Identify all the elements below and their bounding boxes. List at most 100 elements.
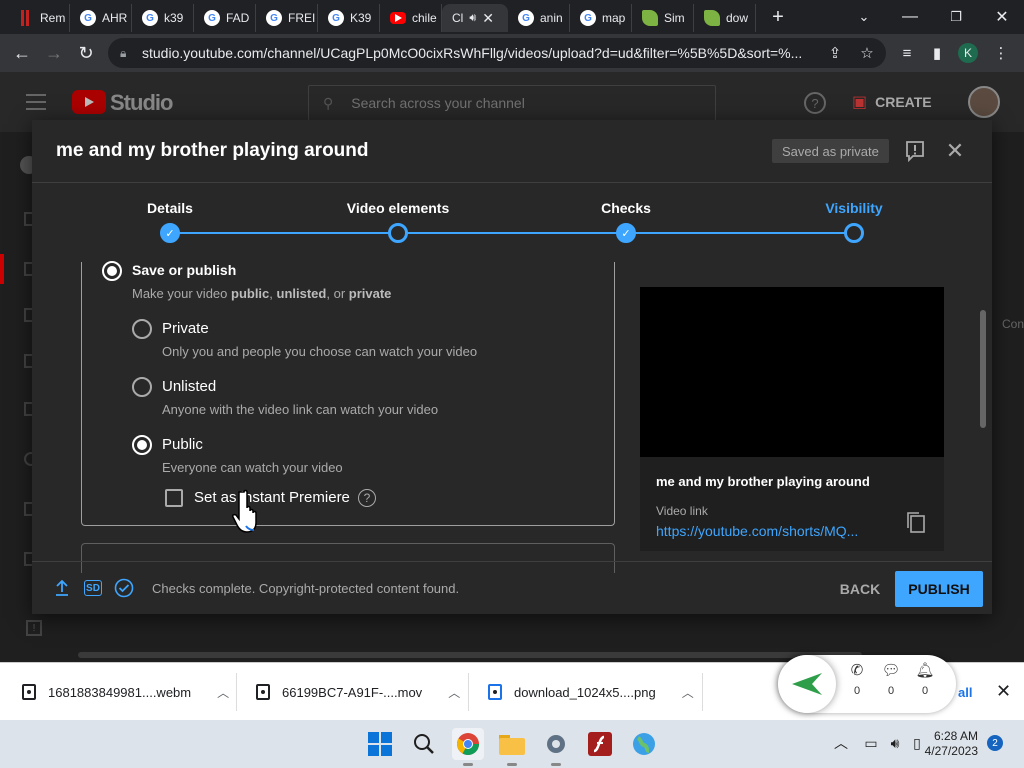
help-circle-icon[interactable]: ? <box>804 92 826 114</box>
show-all-downloads-link[interactable]: all <box>958 685 972 700</box>
step-video-elements-dot[interactable] <box>388 223 408 243</box>
calls-counter[interactable]: ✆ 0 <box>844 661 870 697</box>
windows-start-icon[interactable] <box>364 728 396 760</box>
browser-tab[interactable]: G FAD <box>194 4 256 32</box>
step-video-elements-label[interactable]: Video elements <box>347 200 449 216</box>
sd-quality-icon[interactable]: SD <box>84 580 102 596</box>
browser-tab[interactable]: G K39 <box>318 4 380 32</box>
back-arrow-icon[interactable]: ← <box>10 41 34 65</box>
settings-gear-icon[interactable] <box>540 728 572 766</box>
create-button[interactable]: ▣ CREATE <box>852 90 932 114</box>
side-panel-icon[interactable]: ▮ <box>926 42 948 64</box>
browser-tab-active[interactable]: Cl 🔊︎ ✕ <box>442 4 508 32</box>
browser-tab[interactable]: dow <box>694 4 756 32</box>
step-checks-check-icon[interactable]: ✓ <box>616 223 636 243</box>
checks-complete-icon[interactable] <box>114 578 134 598</box>
chrome-icon[interactable] <box>452 728 484 766</box>
private-radio[interactable] <box>132 319 152 339</box>
file-icon <box>256 684 270 700</box>
google-icon: G <box>266 10 282 26</box>
channel-avatar[interactable] <box>968 86 1000 118</box>
dialog-scrollbar[interactable] <box>980 310 986 428</box>
restore-button[interactable]: ❐ <box>936 4 976 30</box>
copy-icon[interactable] <box>906 511 926 533</box>
window-close-button[interactable]: ✕ <box>982 4 1022 30</box>
browser-tab[interactable]: Rem <box>8 4 70 32</box>
hamburger-menu-icon[interactable] <box>26 94 46 110</box>
back-button[interactable]: BACK <box>834 574 886 604</box>
send-arrow-icon[interactable] <box>778 655 836 713</box>
clock-time: 6:28 AM <box>933 729 978 743</box>
google-icon: G <box>80 10 96 26</box>
bookmark-star-icon[interactable]: ☆ <box>856 42 878 64</box>
feedback-flag-icon[interactable] <box>904 140 926 163</box>
public-option-title: Public <box>162 436 203 453</box>
new-tab-button[interactable]: + <box>758 4 798 30</box>
upload-arrow-icon[interactable] <box>52 578 72 598</box>
share-icon[interactable]: ⇪ <box>824 42 846 64</box>
notification-widget[interactable]: ✆ 0 💬︎ 0 🔔︎ 0 <box>778 655 956 713</box>
help-icon[interactable]: ? <box>358 489 376 507</box>
file-explorer-icon[interactable] <box>496 728 528 766</box>
horizontal-scrollbar[interactable] <box>78 652 862 658</box>
publish-button[interactable]: PUBLISH <box>895 571 983 607</box>
speaker-icon[interactable]: 🔊︎ <box>469 12 476 25</box>
step-visibility-label[interactable]: Visibility <box>825 200 882 216</box>
reload-icon[interactable]: ↻ <box>74 41 98 65</box>
browser-tab[interactable]: chile <box>380 4 442 32</box>
active-nav-indicator <box>0 254 4 284</box>
step-checks-label[interactable]: Checks <box>601 200 651 216</box>
video-link[interactable]: https://youtube.com/shorts/MQ... <box>656 523 858 539</box>
close-icon[interactable]: ✕ <box>944 140 966 162</box>
browser-tab[interactable]: G AHR <box>70 4 132 32</box>
search-icon[interactable] <box>408 728 440 760</box>
browser-tab[interactable]: G FREI <box>256 4 318 32</box>
browser-tab[interactable]: G map <box>570 4 632 32</box>
browser-tab[interactable]: Sim <box>632 4 694 32</box>
leaf-icon <box>704 10 720 26</box>
download-item[interactable]: 1681883849981....webm ︿ <box>22 663 229 721</box>
flash-player-icon[interactable] <box>584 728 616 760</box>
instant-premiere-checkbox[interactable] <box>165 489 183 507</box>
video-link-label: Video link <box>656 504 708 518</box>
download-item[interactable]: download_1024x5....png ︿ <box>488 663 694 721</box>
chevron-up-icon[interactable]: ︿ <box>217 684 229 701</box>
video-player[interactable] <box>640 287 944 457</box>
save-or-publish-title: Save or publish <box>132 262 237 278</box>
saved-status-badge: Saved as private <box>772 139 889 163</box>
download-item[interactable]: 66199BC7-A91F-....mov ︿ <box>256 663 460 721</box>
youtube-logo-icon[interactable] <box>72 90 106 114</box>
alerts-counter[interactable]: 🔔︎ 0 <box>912 661 938 697</box>
public-radio[interactable] <box>132 435 152 455</box>
feedback-nav-icon[interactable]: ! <box>26 620 42 636</box>
minimize-button[interactable]: — <box>890 4 930 30</box>
tab-close-icon[interactable]: ✕ <box>482 10 494 27</box>
reading-list-icon[interactable]: ≡ <box>896 42 918 64</box>
image-file-icon <box>488 684 502 700</box>
save-or-publish-radio[interactable] <box>102 261 122 281</box>
profile-avatar[interactable]: K <box>958 43 978 63</box>
step-details-label[interactable]: Details <box>147 200 193 216</box>
chevron-up-icon[interactable]: ︿ <box>832 734 850 752</box>
browser-tab[interactable]: G anin <box>508 4 570 32</box>
kebab-menu-icon[interactable]: ⋮ <box>990 42 1012 64</box>
download-bar: 1681883849981....webm ︿ 66199BC7-A91F-..… <box>0 655 1024 721</box>
notification-count-badge[interactable]: 2 <box>987 735 1003 751</box>
step-details-check-icon[interactable]: ✓ <box>160 223 180 243</box>
system-clock[interactable]: 6:28 AM 4/27/2023 <box>920 729 978 759</box>
chevron-up-icon[interactable]: ︿ <box>682 684 694 701</box>
forward-arrow-icon[interactable]: → <box>42 41 66 65</box>
close-download-bar-icon[interactable]: ✕ <box>996 681 1011 702</box>
tab-search-chevron-icon[interactable]: ⌄ <box>844 4 884 30</box>
browser-tab[interactable]: G k39 <box>132 4 194 32</box>
save-or-publish-desc: Make your video public, unlisted, or pri… <box>132 286 392 301</box>
channel-search-input[interactable]: ⚲ Search across your channel <box>308 85 716 121</box>
messages-counter[interactable]: 💬︎ 0 <box>878 661 904 697</box>
network-icon[interactable]: ▭ <box>862 734 880 752</box>
volume-icon[interactable]: 🔊︎ <box>886 734 904 752</box>
address-bar[interactable]: 🔒︎ studio.youtube.com/channel/UCagPLp0Mc… <box>108 38 886 68</box>
maps-globe-icon[interactable] <box>628 728 660 760</box>
step-visibility-dot[interactable] <box>844 223 864 243</box>
chevron-up-icon[interactable]: ︿ <box>448 684 460 701</box>
unlisted-radio[interactable] <box>132 377 152 397</box>
